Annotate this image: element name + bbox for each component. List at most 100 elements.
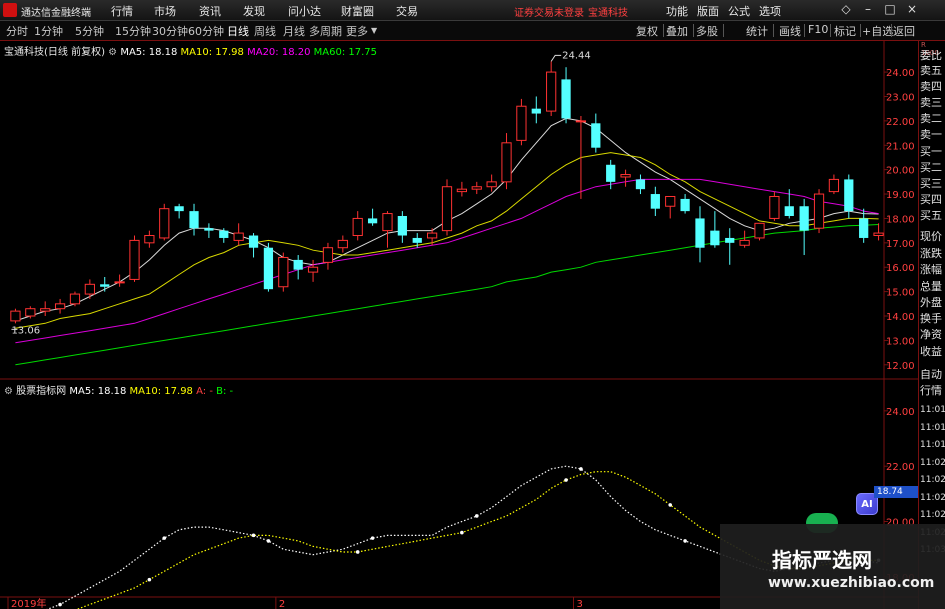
candle-body-1: [25, 308, 36, 317]
period-multi[interactable]: 多周期: [309, 23, 342, 39]
candle-body-19: [293, 259, 303, 270]
main-tick-label-11: 23.00: [886, 92, 915, 103]
menu-news[interactable]: 资讯: [199, 3, 221, 19]
candle-body-45: [680, 198, 690, 212]
menu-ask-xiaoda[interactable]: 问小达: [288, 3, 321, 19]
side-item-11[interactable]: 现价: [920, 231, 945, 243]
minimize-icon[interactable]: –: [861, 2, 875, 16]
period-monthly[interactable]: 月线: [283, 23, 305, 39]
menu-discover[interactable]: 发现: [243, 3, 265, 19]
menu-function[interactable]: 功能: [666, 3, 688, 19]
menu-formula[interactable]: 公式: [728, 3, 750, 19]
menu-options[interactable]: 选项: [759, 3, 781, 19]
restore-icon[interactable]: □: [883, 2, 897, 16]
sub-point-0-24: [370, 536, 375, 540]
menu-quotes[interactable]: 行情: [111, 3, 133, 19]
side-item-27[interactable]: 11:02: [920, 509, 945, 521]
adjust-button[interactable]: 复权: [636, 23, 658, 39]
mark-button[interactable]: 标记: [834, 23, 856, 39]
stock-title[interactable]: 宝通科技(日线 前复权): [4, 47, 105, 58]
side-item-13[interactable]: 涨幅: [920, 264, 945, 276]
side-item-2[interactable]: 卖四: [920, 81, 945, 93]
side-item-6[interactable]: 买一: [920, 146, 945, 158]
current-price-tag: 18.74: [874, 486, 918, 498]
main-tick-label-0: 12.00: [886, 361, 915, 372]
side-item-23[interactable]: 11:01: [920, 439, 945, 451]
high-marker-label: 24.44: [562, 50, 591, 61]
add-watchlist-button[interactable]: +自选: [862, 23, 893, 39]
ma60-label: MA60: 17.75: [313, 47, 378, 58]
sub-point-0-17: [266, 539, 271, 543]
candle-body-6: [100, 284, 110, 287]
candle-body-13: [204, 228, 214, 231]
candle-body-35: [531, 108, 541, 114]
stats-button[interactable]: 统计: [746, 23, 768, 39]
side-item-20[interactable]: 行情: [920, 385, 945, 397]
sub-a-label: A: -: [196, 386, 213, 397]
period-1min[interactable]: 1分钟: [34, 23, 63, 39]
period-60min[interactable]: 60分钟: [188, 23, 224, 39]
side-item-10[interactable]: 买五: [920, 210, 945, 222]
side-item-7[interactable]: 买二: [920, 162, 945, 174]
candle-body-56: [844, 179, 854, 212]
main-tick-label-7: 19.00: [886, 190, 915, 201]
watermark-title: 指标严选网: [772, 548, 872, 572]
period-30min[interactable]: 30分钟: [152, 23, 188, 39]
sub-ma10-label: MA10: 17.98: [129, 386, 193, 397]
f10-button[interactable]: F10: [808, 23, 828, 36]
side-item-14[interactable]: 总量: [920, 281, 945, 293]
side-item-3[interactable]: 卖三: [920, 97, 945, 109]
sub-settings-icon[interactable]: ⚙: [4, 386, 16, 397]
candle-body-5: [84, 283, 95, 295]
draw-line-button[interactable]: 画线: [779, 23, 801, 39]
period-intraday[interactable]: 分时: [6, 23, 28, 39]
multi-stock-button[interactable]: 多股: [696, 23, 718, 39]
candle-body-18: [278, 256, 289, 288]
side-item-24[interactable]: 11:02: [920, 457, 945, 469]
menu-layout[interactable]: 版面: [697, 3, 719, 19]
candle-body-34: [516, 105, 527, 141]
period-weekly[interactable]: 周线: [254, 23, 276, 39]
menu-market[interactable]: 市场: [154, 3, 176, 19]
sub-point-0-3: [58, 602, 62, 607]
candle-body-10: [159, 208, 170, 239]
main-tick-label-4: 16.00: [886, 263, 915, 274]
side-item-17[interactable]: 净资: [920, 329, 945, 341]
main-tick-label-6: 18.00: [886, 214, 915, 225]
side-item-5[interactable]: 卖一: [920, 129, 945, 141]
bell-icon[interactable]: ◇: [839, 2, 853, 16]
side-item-8[interactable]: 买三: [920, 178, 945, 190]
side-item-4[interactable]: 卖二: [920, 113, 945, 125]
side-item-16[interactable]: 换手: [920, 313, 945, 325]
login-status[interactable]: 证券交易未登录: [514, 4, 584, 19]
period-more[interactable]: 更多: [346, 23, 368, 39]
period-15min[interactable]: 15分钟: [115, 23, 151, 39]
candle-body-15: [233, 232, 244, 241]
candle-body-2: [40, 308, 51, 312]
menu-trade[interactable]: 交易: [396, 3, 418, 19]
indicator-title[interactable]: 股票指标网: [16, 386, 66, 397]
side-item-22[interactable]: 11:01: [920, 422, 945, 434]
sub-point-0-10: [162, 536, 167, 540]
period-5min[interactable]: 5分钟: [75, 23, 104, 39]
side-item-25[interactable]: 11:02: [920, 474, 945, 486]
close-icon[interactable]: ×: [905, 2, 919, 16]
more-dropdown-icon[interactable]: ▼: [371, 26, 377, 35]
sub-point-1-9: [147, 577, 152, 582]
side-item-26[interactable]: 11:02: [920, 492, 945, 504]
side-item-21[interactable]: 11:01: [920, 404, 945, 416]
candle-body-36: [546, 71, 557, 112]
period-daily[interactable]: 日线: [227, 23, 249, 39]
side-item-12[interactable]: 涨跌: [920, 248, 945, 260]
overlay-button[interactable]: 叠加: [666, 23, 688, 39]
side-item-9[interactable]: 买四: [920, 194, 945, 206]
menu-wealth-circle[interactable]: 财富圈: [341, 3, 374, 19]
watermark-url: www.xuezhibiao.com: [768, 575, 935, 591]
side-item-1[interactable]: 卖五: [920, 65, 945, 77]
side-item-0[interactable]: 委比: [920, 50, 945, 62]
back-button[interactable]: 返回: [893, 23, 915, 39]
side-item-19[interactable]: 自动: [920, 369, 945, 381]
side-item-15[interactable]: 外盘: [920, 297, 945, 309]
side-item-18[interactable]: 收益: [920, 346, 945, 358]
settings-icon[interactable]: ⚙: [108, 47, 120, 58]
